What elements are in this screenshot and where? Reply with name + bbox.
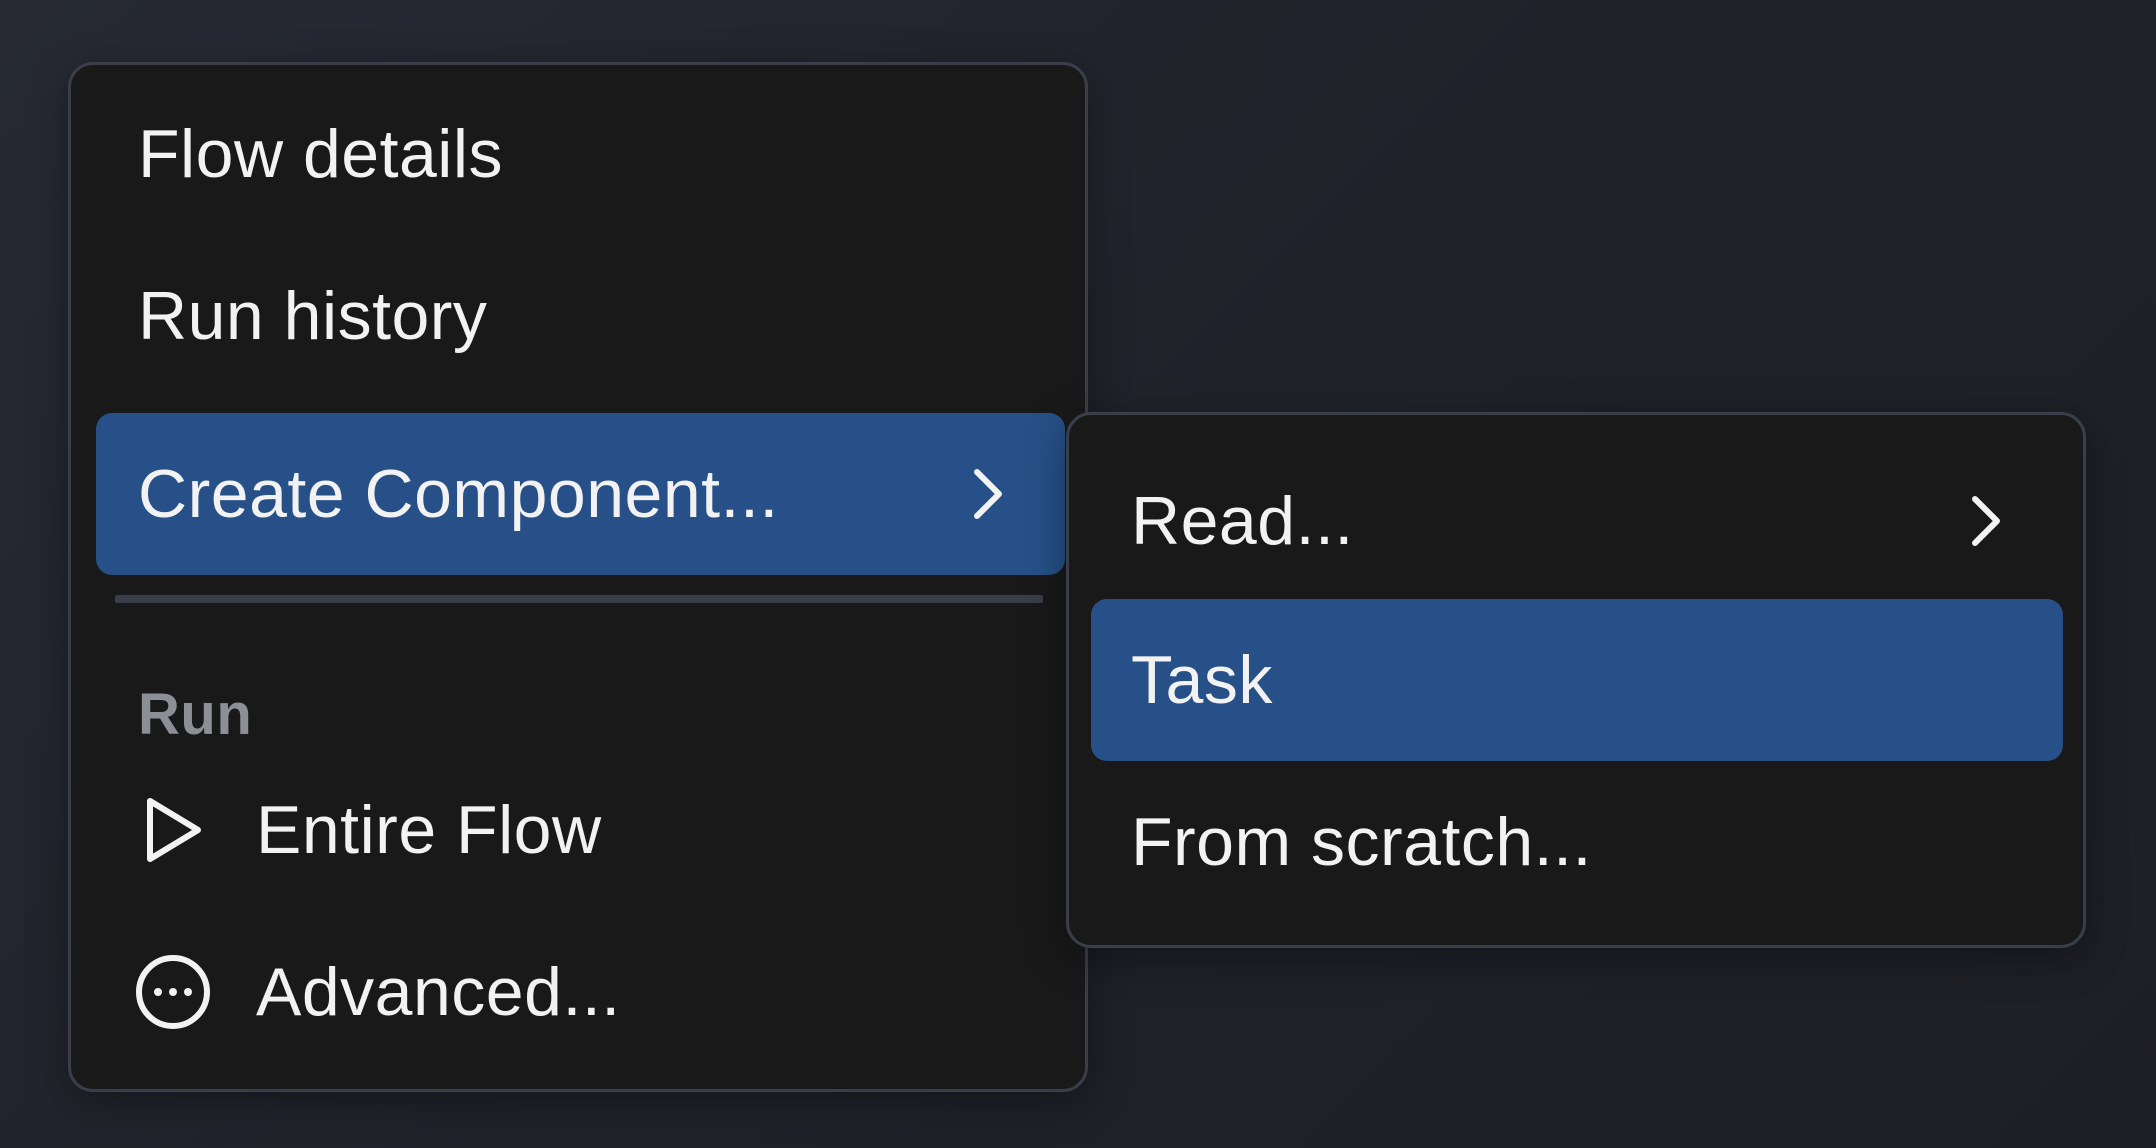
context-menu: Flow details Run history Create Componen… [68,62,1088,1092]
menu-item-entire-flow[interactable]: Entire Flow [96,749,1065,911]
menu-item-label: Flow details [138,116,504,192]
create-component-submenu: Read... Task From scratch... [1066,412,2086,948]
more-circle-icon [134,953,212,1031]
submenu-item-read[interactable]: Read... [1091,440,2063,602]
menu-item-label: Advanced... [256,954,621,1030]
menu-divider [115,595,1043,603]
chevron-right-icon [1965,493,2005,549]
menu-item-label: Entire Flow [256,792,602,868]
menu-item-advanced[interactable]: Advanced... [96,911,1065,1073]
submenu-item-label: Task [1131,642,1273,718]
submenu-item-task[interactable]: Task [1091,599,2063,761]
menu-item-flow-details[interactable]: Flow details [96,73,1065,235]
menu-item-label: Create Component... [138,456,779,532]
section-label-run: Run [138,682,253,747]
submenu-item-label: Read... [1131,483,1354,559]
menu-item-run-history[interactable]: Run history [96,235,1065,397]
menu-item-label: Run history [138,278,488,354]
chevron-right-icon [967,466,1007,522]
submenu-item-label: From scratch... [1131,804,1592,880]
menu-item-create-component[interactable]: Create Component... [96,413,1065,575]
submenu-item-from-scratch[interactable]: From scratch... [1091,761,2063,923]
play-icon [134,791,212,869]
